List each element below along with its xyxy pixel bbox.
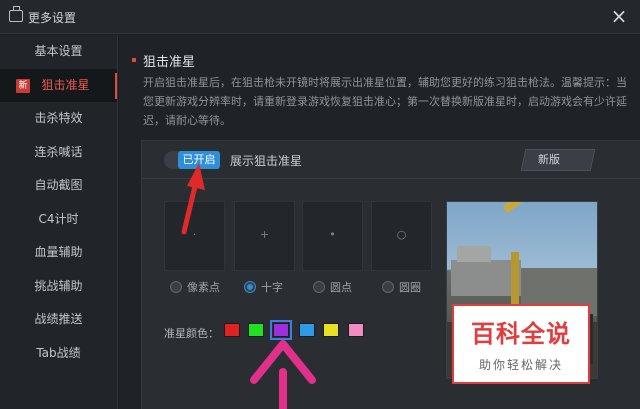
sidebar-item-challenge-assist[interactable]: 挑战辅助 <box>0 270 117 304</box>
sidebar-item-basic-settings[interactable]: 基本设置 <box>0 35 117 69</box>
crosshair-option-dot[interactable]: • <box>302 201 363 271</box>
sidebar-item-c4-timer[interactable]: C4计时 <box>0 203 117 237</box>
sidebar-item-label: 基本设置 <box>34 44 83 58</box>
radio-label: 十字 <box>261 281 283 294</box>
crosshair-cross-glyph: + <box>259 228 270 241</box>
close-button[interactable]: × <box>608 5 630 27</box>
radio-button[interactable] <box>382 281 394 293</box>
watermark-title: 百科全说 <box>471 320 571 348</box>
watermark-subtitle: 助你轻松解决 <box>478 358 563 372</box>
toggle-state-label: 已开启 <box>178 151 220 169</box>
sidebar-item-label: 战绩推送 <box>34 312 83 326</box>
section-marker <box>132 58 136 62</box>
color-swatch-blue[interactable] <box>299 323 315 337</box>
sidebar: 基本设置 新 狙击准星 击杀特效 连杀喊话 自动截图 C4计时 血量辅助 挑战辅… <box>0 35 118 409</box>
window-title: 更多设置 <box>28 11 77 25</box>
sidebar-item-health-assist[interactable]: 血量辅助 <box>0 236 117 270</box>
color-swatch-red[interactable] <box>224 323 240 337</box>
new-version-button[interactable]: 新版 <box>520 149 596 171</box>
radio-label: 圆点 <box>330 281 352 294</box>
color-swatch-green[interactable] <box>248 323 264 337</box>
radio-button[interactable] <box>244 281 256 293</box>
version-button-label: 新版 <box>538 153 560 166</box>
toggle-label: 展示狙击准星 <box>230 154 303 168</box>
sidebar-item-tab-record[interactable]: Tab战绩 <box>0 337 117 371</box>
sidebar-item-kill-effects[interactable]: 击杀特效 <box>0 102 117 136</box>
sidebar-item-killstreak-shout[interactable]: 连杀喊话 <box>0 136 117 170</box>
radio-dot[interactable]: 圆点 <box>313 279 352 295</box>
radio-cross[interactable]: 十字 <box>244 279 283 295</box>
crosshair-dot-glyph: • <box>329 228 336 241</box>
new-badge: 新 <box>16 78 30 93</box>
watermark-logo: 百科全说 助你轻松解决 <box>452 304 590 384</box>
sidebar-item-record-push[interactable]: 战绩推送 <box>0 303 117 337</box>
panel-header: 已开启 展示狙击准星 新版 <box>142 141 640 179</box>
radio-button[interactable] <box>313 281 325 293</box>
crosshair-circle-glyph: ○ <box>396 228 407 241</box>
crosshair-toggle[interactable]: 已开启 <box>164 151 220 169</box>
color-swatch-pink[interactable] <box>348 323 364 337</box>
section-description: 开启狙击准星后，在狙击枪未开镜时将展示出准星位置，辅助您更好的练习狙击枪法。温馨… <box>143 76 627 127</box>
sidebar-item-label: Tab战绩 <box>36 345 81 360</box>
color-swatch-purple[interactable] <box>270 320 292 340</box>
sidebar-item-sniper-crosshair[interactable]: 新 狙击准星 <box>0 68 117 102</box>
radio-circle[interactable]: 圆圈 <box>382 279 421 295</box>
color-swatch-yellow[interactable] <box>323 323 339 337</box>
preview-ship-deck <box>457 246 491 262</box>
crosshair-option-pixel[interactable]: · <box>164 201 225 271</box>
sidebar-item-auto-screenshot[interactable]: 自动截图 <box>0 169 117 203</box>
preview-crane-post <box>511 252 519 312</box>
radio-label: 圆圈 <box>399 281 421 294</box>
crosshair-option-circle[interactable]: ○ <box>371 201 432 271</box>
radio-button[interactable] <box>170 281 182 293</box>
title-bar: 更多设置 × <box>0 0 640 34</box>
crosshair-color-label: 准星颜色： <box>164 327 219 340</box>
sidebar-item-label: 挑战辅助 <box>34 278 83 293</box>
briefcase-icon <box>9 6 23 22</box>
sidebar-item-label: 连杀喊话 <box>34 144 83 159</box>
sidebar-item-label: C4计时 <box>38 211 79 226</box>
section-title: 狙击准星 <box>143 55 196 70</box>
preview-crane-arm <box>502 202 581 214</box>
sidebar-item-label: 自动截图 <box>34 178 83 192</box>
sidebar-item-label: 狙击准星 <box>41 77 90 92</box>
sidebar-item-label: 击杀特效 <box>34 111 83 125</box>
radio-pixel[interactable]: 像素点 <box>170 279 220 295</box>
crosshair-option-cross[interactable]: + <box>234 201 295 271</box>
sidebar-item-label: 血量辅助 <box>34 245 83 259</box>
radio-label: 像素点 <box>187 281 220 294</box>
crosshair-pixel-glyph: · <box>192 228 197 241</box>
